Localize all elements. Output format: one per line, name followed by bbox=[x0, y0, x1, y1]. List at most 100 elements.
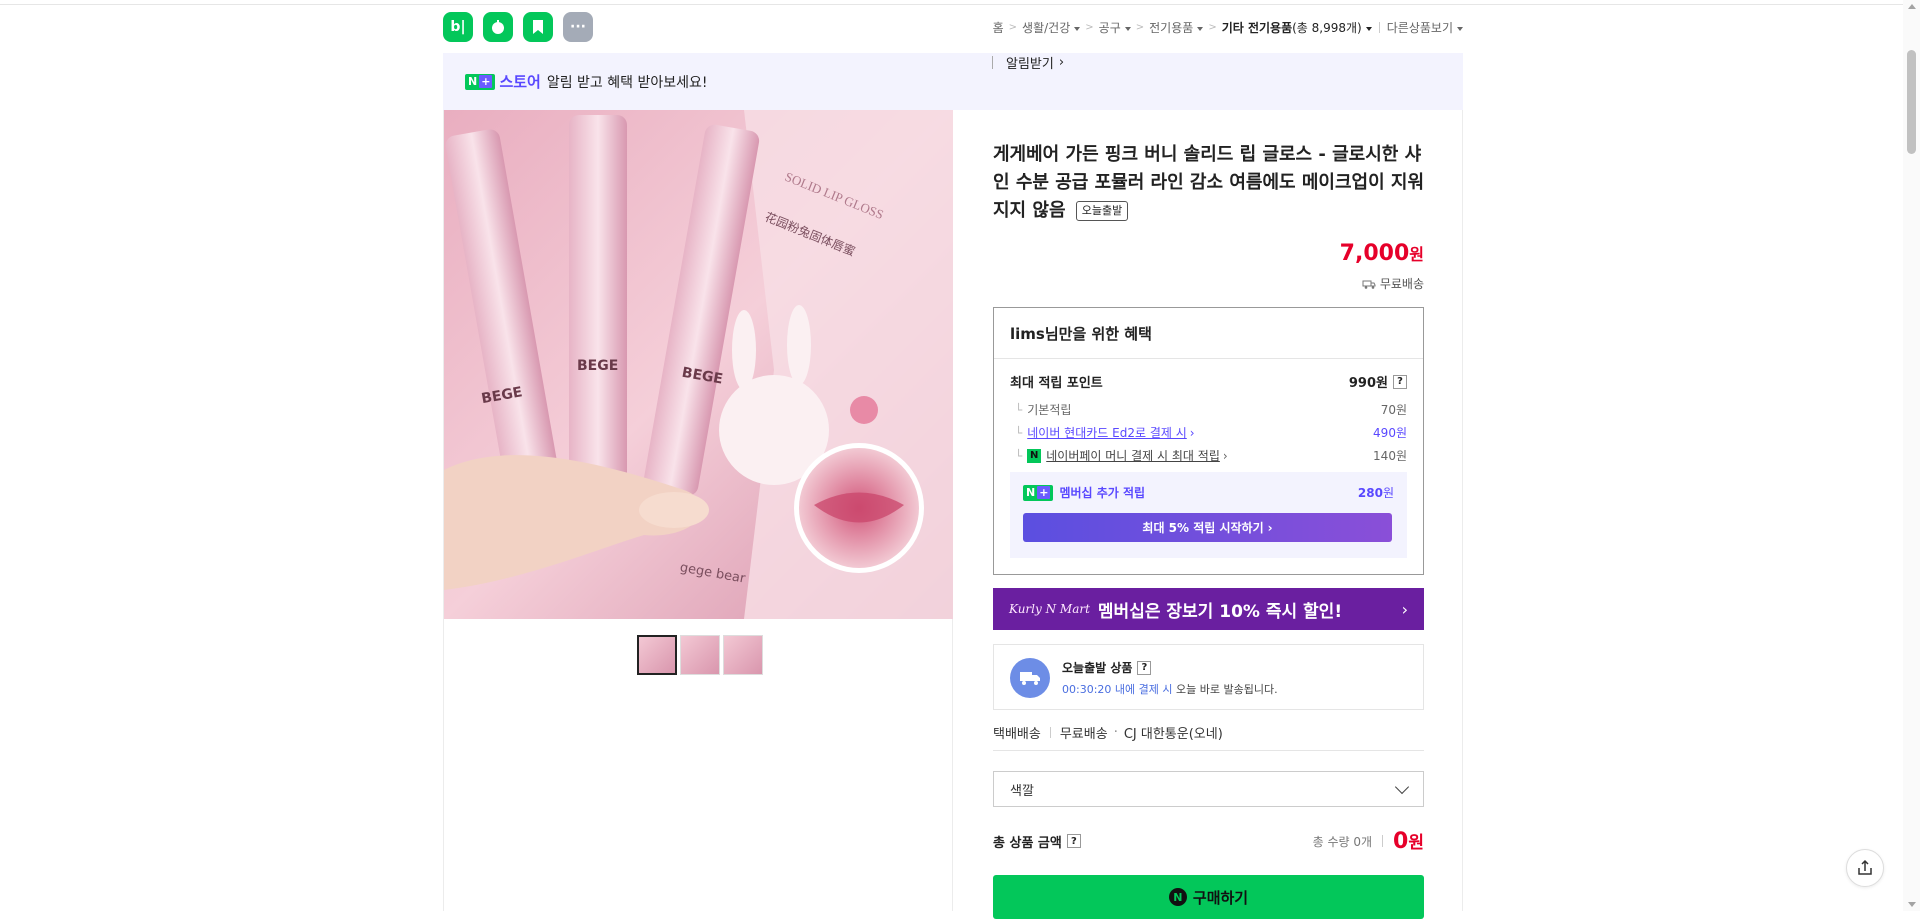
help-icon[interactable]: ? bbox=[1066, 834, 1081, 848]
membership-unit: 원 bbox=[1382, 486, 1394, 500]
max-points-row: 최대 적립 포인트 990원 ? bbox=[1010, 372, 1407, 391]
membership-start-button[interactable]: 최대 5% 적립 시작하기 › bbox=[1023, 513, 1392, 542]
buy-label: 구매하기 bbox=[1192, 888, 1249, 907]
naver-plus-badge: N + bbox=[465, 73, 496, 90]
scrollbar-thumb[interactable] bbox=[1907, 50, 1916, 154]
blog-icon: b| bbox=[450, 19, 466, 35]
bookmark-app-button[interactable] bbox=[523, 12, 553, 42]
max-points-value: 990원 bbox=[1348, 376, 1388, 391]
more-apps-button[interactable]: ··· bbox=[563, 12, 593, 42]
brand-text-2: BEGE bbox=[577, 358, 618, 374]
divider bbox=[994, 358, 1423, 359]
dispatch-time: 00:30:20 내에 결제 시 bbox=[1062, 683, 1173, 696]
naver-plus-badge: N + bbox=[1023, 484, 1054, 501]
other-products-button[interactable]: 다른상품보기 bbox=[1387, 19, 1463, 36]
membership-row: N + 멤버십 추가 적립 280원 bbox=[1023, 484, 1394, 501]
dispatch-message: 00:30:20 내에 결제 시 오늘 바로 발송됩니다. bbox=[1062, 681, 1278, 697]
breadcrumb-category-4-label: 기타 전기용품 bbox=[1221, 21, 1293, 35]
kurly-membership-banner[interactable]: Kurly N Mart 멤버십은 장보기 10% 즉시 할인! › bbox=[993, 588, 1424, 630]
n-badge-label: N bbox=[468, 75, 478, 88]
dispatch-title: 오늘출발 상품 bbox=[1062, 661, 1133, 675]
cafe-app-button[interactable] bbox=[483, 12, 513, 42]
alarm-button[interactable]: 알림받기 › bbox=[992, 53, 1423, 72]
product-frame: SOLID LIP GLOSS 花园粉兔固体唇蜜 BEGE BEGE BEGE bbox=[443, 110, 1463, 919]
benefit-box: lims님만을 위한 혜택 최대 적립 포인트 990원 ? └ 기본적립 70… bbox=[993, 307, 1424, 575]
chevron-right-icon: › bbox=[1401, 599, 1408, 619]
divider bbox=[992, 56, 993, 69]
basic-points-label: 기본적립 bbox=[1027, 403, 1072, 417]
caret-down-icon bbox=[1365, 26, 1372, 31]
card-points-row: └ 네이버 현대카드 Ed2로 결제 시 › 490원 bbox=[1010, 424, 1407, 441]
delivery-truck-icon bbox=[1010, 658, 1050, 698]
membership-amount: 280 bbox=[1357, 486, 1383, 500]
membership-box: N + 멤버십 추가 적립 280원 최대 5% 적립 시작하기 › bbox=[1010, 472, 1407, 558]
divider bbox=[1378, 22, 1380, 33]
color-option-placeholder: 색깔 bbox=[1010, 783, 1034, 799]
cafe-icon bbox=[492, 20, 504, 34]
thumbnail-3[interactable] bbox=[723, 635, 763, 675]
total-price-row: 총 상품 금액? 총 수량 0개 0원 bbox=[993, 826, 1424, 856]
lip-gloss-photo: SOLID LIP GLOSS 花园粉兔固体唇蜜 BEGE BEGE BEGE bbox=[444, 110, 953, 619]
total-amount-value: 0 bbox=[1393, 829, 1409, 854]
tree-connector: └ bbox=[1015, 402, 1023, 417]
caret-down-icon bbox=[1197, 26, 1204, 31]
today-dispatch-tag: 오늘출발 bbox=[1075, 201, 1129, 221]
total-amount-unit: 원 bbox=[1408, 833, 1424, 853]
kurly-banner-text: 멤버십은 장보기 10% 즉시 할인! bbox=[1097, 601, 1343, 622]
price-unit: 원 bbox=[1409, 245, 1424, 264]
chevron-right-icon: › bbox=[1222, 448, 1228, 463]
banner-message: 알림 받고 혜택 받아보세요! bbox=[546, 74, 708, 91]
dot-separator: · bbox=[1113, 725, 1118, 740]
card-points-link[interactable]: 네이버 현대카드 Ed2로 결제 시 bbox=[1027, 424, 1187, 441]
product-main-image[interactable]: SOLID LIP GLOSS 花园粉兔固体唇蜜 BEGE BEGE BEGE bbox=[444, 110, 953, 619]
page-scrollbar[interactable] bbox=[1903, 0, 1920, 911]
product-page: b| ··· 홈 > 생활/건강 > 공구 > 전기용품 > 기타 전기용품(총… bbox=[443, 5, 1463, 919]
total-label: 총 상품 금액? bbox=[993, 832, 1081, 851]
total-quantity: 총 수량 0개 bbox=[1312, 834, 1373, 849]
share-icon bbox=[1858, 859, 1872, 875]
scroll-down-arrow-icon[interactable] bbox=[1908, 902, 1916, 907]
scroll-up-arrow-icon[interactable] bbox=[1908, 4, 1916, 9]
share-button[interactable] bbox=[1846, 849, 1884, 887]
delivery-fee: 무료배송 bbox=[1059, 727, 1108, 742]
shipping-info: 무료배송 bbox=[1362, 275, 1424, 292]
basic-points-value: 70원 bbox=[1380, 403, 1407, 417]
blog-app-button[interactable]: b| bbox=[443, 12, 473, 42]
npay-points-value: 140원 bbox=[1373, 449, 1407, 463]
buy-button[interactable]: N 구매하기 bbox=[993, 875, 1424, 919]
chevron-down-icon bbox=[1394, 779, 1410, 794]
breadcrumb: 홈 > 생활/건강 > 공구 > 전기용품 > 기타 전기용품(총 8,998개… bbox=[993, 19, 1463, 36]
other-products-label: 다른상품보기 bbox=[1386, 21, 1453, 35]
truck-icon bbox=[1362, 280, 1376, 289]
tree-connector: └ bbox=[1015, 425, 1023, 440]
chevron-right-icon: › bbox=[1267, 520, 1273, 535]
breadcrumb-category-2[interactable]: 공구 bbox=[1099, 19, 1131, 36]
npay-points-link[interactable]: 네이버페이 머니 결제 시 최대 적립 bbox=[1046, 447, 1220, 464]
breadcrumb-count: (총 8,998개) bbox=[1292, 21, 1362, 35]
thumbnail-strip bbox=[637, 635, 763, 675]
breadcrumb-home[interactable]: 홈 bbox=[993, 19, 1004, 36]
breadcrumb-separator: > bbox=[1008, 22, 1018, 33]
thumbnail-1[interactable] bbox=[637, 635, 677, 675]
total-label-text: 총 상품 금액 bbox=[993, 835, 1062, 851]
caret-down-icon bbox=[1457, 26, 1463, 31]
plus-badge-label: + bbox=[479, 75, 493, 88]
breadcrumb-category-1-label: 생활/건강 bbox=[1022, 21, 1071, 35]
product-price: 7,000원 bbox=[1340, 241, 1424, 266]
help-icon[interactable]: ? bbox=[1393, 374, 1407, 389]
delivery-carrier: CJ 대한통운(오네) bbox=[1123, 727, 1223, 742]
image-column: SOLID LIP GLOSS 花园粉兔固体唇蜜 BEGE BEGE BEGE bbox=[444, 110, 953, 911]
breadcrumb-category-3[interactable]: 전기용품 bbox=[1149, 19, 1204, 36]
product-title: 게게베어 가든 핑크 버니 솔리드 립 글로스 - 글로시한 샤인 수분 공급 … bbox=[993, 141, 1424, 225]
divider bbox=[1382, 835, 1384, 847]
store-alarm-banner: N + 스토어 알림 받고 혜택 받아보세요! 알림받기 › bbox=[443, 53, 1463, 110]
n-badge-label: N bbox=[1026, 486, 1036, 499]
color-option-select[interactable]: 색깔 bbox=[993, 771, 1424, 807]
thumbnail-2[interactable] bbox=[680, 635, 720, 675]
card-points-value: 490원 bbox=[1373, 426, 1407, 440]
caret-down-icon bbox=[1074, 26, 1081, 31]
breadcrumb-category-4[interactable]: 기타 전기용품(총 8,998개) bbox=[1222, 19, 1372, 36]
help-icon[interactable]: ? bbox=[1137, 660, 1152, 675]
kurly-logo: Kurly N Mart bbox=[1009, 602, 1090, 616]
breadcrumb-category-1[interactable]: 생활/건강 bbox=[1022, 19, 1081, 36]
